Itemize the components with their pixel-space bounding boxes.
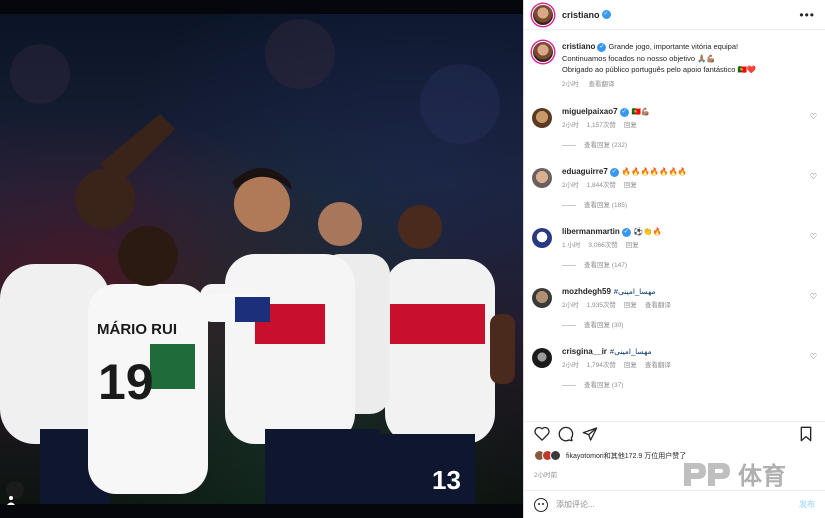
reply-link[interactable]: 回复 (624, 362, 637, 369)
jersey-number: 19 (98, 354, 154, 410)
jersey-number-right: 13 (432, 465, 461, 495)
post-header: cristiano ✓ ••• (524, 0, 825, 30)
post-side-panel: cristiano ✓ ••• cristiano ✓ Grande jogo, … (523, 0, 825, 518)
share-send-icon[interactable] (581, 425, 599, 443)
more-options-icon[interactable]: ••• (799, 8, 815, 22)
comment-time: 2小时 (562, 122, 579, 129)
bookmark-icon[interactable] (797, 425, 815, 443)
caption-text-line1: Grande jogo, importante vitória equipa! (608, 42, 739, 51)
caption-username[interactable]: cristiano (562, 42, 595, 51)
comment-item: eduaguirre7 ✓ 🔥🔥🔥🔥🔥🔥🔥 2小时 1,844次赞 回复 查看回复 (1… (524, 166, 825, 211)
commenter-username[interactable]: mozhdegh59 (562, 287, 611, 296)
comment-bubble-icon[interactable] (557, 425, 575, 443)
comment-item: libermanmartin ✓ ⚽👏🔥 1 小时 3,066次赞 回复 查看回复 (1… (524, 226, 825, 271)
comment-likes[interactable]: 1,935次赞 (587, 302, 616, 309)
translate-link[interactable]: 查看翻译 (645, 302, 671, 309)
tagged-users-button[interactable] (6, 481, 24, 505)
post-comment-button[interactable]: 发布 (799, 499, 815, 510)
emoji-smiley-icon[interactable] (534, 497, 548, 512)
like-heart-icon[interactable] (533, 425, 551, 443)
commenter-avatar[interactable] (532, 348, 552, 368)
add-comment-bar: 发布 (524, 490, 825, 518)
commenter-username[interactable]: crisgina__ir (562, 347, 607, 356)
like-comment-heart-icon[interactable]: ♡ (810, 172, 817, 181)
person-icon (7, 496, 15, 505)
likes-text[interactable]: fikayotomori和其他172.9 万位用户赞了 (566, 451, 686, 461)
comment-time: 1 小时 (562, 242, 581, 249)
comment-input[interactable] (556, 500, 799, 509)
comment-text: 🔥🔥🔥🔥🔥🔥🔥 (621, 167, 688, 176)
verified-badge-icon: ✓ (619, 107, 629, 117)
caption-text-line2: Continuamos focados no nosso objetivo 🙏🏽… (562, 53, 716, 63)
team-celebration-image: 13 MÁRIO RUI 19 (0, 19, 515, 504)
comment-text: ⚽👏🔥 (633, 227, 662, 236)
verified-badge-icon: ✓ (601, 10, 611, 19)
comment-likes[interactable]: 3,066次赞 (588, 242, 617, 249)
translate-link[interactable]: 查看翻译 (645, 362, 671, 369)
commenter-avatar[interactable] (532, 288, 552, 308)
commenter-avatar[interactable] (532, 168, 552, 188)
verified-badge-icon: ✓ (609, 167, 619, 177)
verified-badge-icon: ✓ (597, 42, 607, 52)
comment-likes[interactable]: 1,844次赞 (587, 182, 616, 189)
like-comment-heart-icon[interactable]: ♡ (810, 292, 817, 301)
comment-time: 2小时 (562, 302, 579, 309)
commenter-avatar[interactable] (532, 228, 552, 248)
comment-item: crisgina__ir #مهسا_امینی 2小时 1,794次赞 回复 查看翻译… (524, 346, 825, 391)
commenter-username[interactable]: miguelpaixao7 (562, 107, 618, 116)
post-actions-bar (524, 421, 825, 445)
comment-likes[interactable]: 1,157次赞 (587, 122, 616, 129)
view-replies-link[interactable]: 查看回复 (185) (562, 200, 687, 211)
comment-text[interactable]: #مهسا_امینی (610, 347, 652, 356)
view-replies-link[interactable]: 查看回复 (147) (562, 260, 662, 271)
jersey-name: MÁRIO RUI (97, 321, 177, 338)
comment-text[interactable]: #مهسا_امینی (614, 287, 656, 296)
watermark-text: 体育 (738, 463, 786, 490)
reply-link[interactable]: 回复 (624, 302, 637, 309)
like-comment-heart-icon[interactable]: ♡ (810, 112, 817, 121)
post-caption: cristiano ✓ Grande jogo, importante vitór… (524, 31, 825, 90)
commenter-avatar[interactable] (532, 108, 552, 128)
commenter-username[interactable]: libermanmartin (562, 227, 620, 236)
view-replies-link[interactable]: 查看回复 (30) (562, 320, 679, 331)
liker-avatars (534, 450, 561, 461)
reply-link[interactable]: 回复 (626, 242, 639, 249)
comment-time: 2小时 (562, 182, 579, 189)
reply-link[interactable]: 回复 (624, 182, 637, 189)
post-photo[interactable]: 13 MÁRIO RUI 19 (0, 0, 523, 518)
like-comment-heart-icon[interactable]: ♡ (810, 232, 817, 241)
comments-list[interactable]: cristiano ✓ Grande jogo, importante vitór… (524, 31, 825, 415)
watermark-logo: 体育 (680, 456, 786, 491)
commenter-username[interactable]: eduaguirre7 (562, 167, 608, 176)
player-right: 13 (380, 205, 515, 504)
author-username[interactable]: cristiano (562, 10, 600, 20)
comment-text: 🇵🇹💪🏽 (631, 107, 651, 116)
view-replies-link[interactable]: 查看回复 (37) (562, 380, 679, 391)
caption-time: 2小时 (562, 80, 579, 88)
verified-badge-icon: ✓ (621, 227, 631, 237)
view-replies-link[interactable]: 查看回复 (232) (562, 140, 650, 151)
caption-translate-link[interactable]: 查看翻译 (588, 81, 614, 88)
caption-text-line3: Obrigado ao público português pelo apoio… (562, 65, 757, 74)
comment-time: 2小时 (562, 362, 579, 369)
post-timestamp: 2小时前 (534, 472, 558, 479)
comment-likes[interactable]: 1,794次赞 (587, 362, 616, 369)
author-avatar[interactable] (532, 3, 554, 26)
pp-logo-icon (684, 462, 730, 486)
like-comment-heart-icon[interactable]: ♡ (810, 352, 817, 361)
caption-avatar[interactable] (532, 41, 554, 63)
reply-link[interactable]: 回复 (624, 122, 637, 129)
comment-item: mozhdegh59 #مهسا_امینی 2小时 1,935次赞 回复 查看翻译 查… (524, 286, 825, 331)
comment-item: miguelpaixao7 ✓ 🇵🇹💪🏽 2小时 1,157次赞 回复 查看回复 (23… (524, 106, 825, 151)
